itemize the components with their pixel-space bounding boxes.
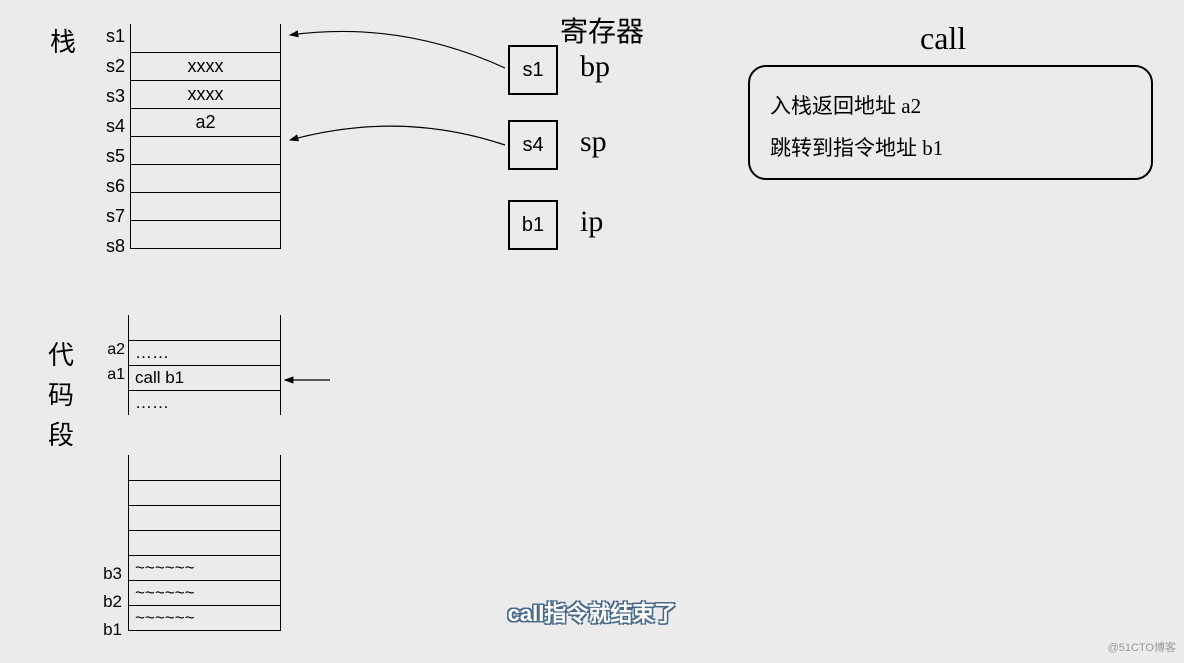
register-box-ip: b1 <box>508 200 558 250</box>
stack-cell: xxxx <box>131 80 281 108</box>
stack-cell <box>131 220 281 248</box>
stack-row-label: s2 <box>95 56 125 77</box>
subtitle-caption: call指令就结束了 <box>508 596 677 628</box>
code-cell: …… <box>129 340 281 365</box>
register-name-sp: sp <box>580 125 607 159</box>
code-row-label: b3 <box>92 564 122 584</box>
code-cell: …… <box>129 390 281 415</box>
register-box-sp: s4 <box>508 120 558 170</box>
register-box-bp: s1 <box>508 45 558 95</box>
stack-row-label: s8 <box>95 236 125 257</box>
register-name-ip: ip <box>580 205 603 239</box>
call-line-1: 入栈返回地址 a2 <box>770 85 1131 127</box>
code-title-2: 码 <box>48 375 74 412</box>
code-cell <box>129 315 281 340</box>
registers-title: 寄存器 <box>560 10 644 50</box>
stack-row-label: s4 <box>95 116 125 137</box>
stack-table: xxxx xxxx a2 <box>130 24 281 249</box>
code-table-2: ~~~~~~ ~~~~~~ ~~~~~~ <box>128 455 281 631</box>
register-name-bp: bp <box>580 50 610 84</box>
stack-title: 栈 <box>50 22 76 59</box>
code-table-1: …… call b1 …… <box>128 315 281 415</box>
stack-row-label: s1 <box>95 26 125 47</box>
stack-row-label: s5 <box>95 146 125 167</box>
call-title: call <box>920 20 966 57</box>
code-cell <box>129 505 281 530</box>
stack-cell: xxxx <box>131 52 281 80</box>
code-cell: ~~~~~~ <box>129 580 281 605</box>
stack-cell <box>131 24 281 52</box>
stack-row-label: s6 <box>95 176 125 197</box>
code-cell <box>129 530 281 555</box>
code-cell <box>129 455 281 480</box>
code-title-3: 段 <box>48 415 74 452</box>
stack-cell <box>131 164 281 192</box>
code-cell: ~~~~~~ <box>129 555 281 580</box>
stack-cell <box>131 192 281 220</box>
code-row-label: a2 <box>95 341 125 359</box>
stack-cell <box>131 136 281 164</box>
call-line-2: 跳转到指令地址 b1 <box>770 127 1131 169</box>
stack-cell: a2 <box>131 108 281 136</box>
stack-row-label: s7 <box>95 206 125 227</box>
code-row-label: b1 <box>92 620 122 640</box>
code-row-label: b2 <box>92 592 122 612</box>
code-title-1: 代 <box>48 335 74 372</box>
code-cell <box>129 480 281 505</box>
stack-row-label: s3 <box>95 86 125 107</box>
code-cell: call b1 <box>129 365 281 390</box>
call-box: 入栈返回地址 a2 跳转到指令地址 b1 <box>748 65 1153 180</box>
watermark: @51CTO博客 <box>1108 639 1176 655</box>
code-cell: ~~~~~~ <box>129 605 281 630</box>
code-row-label: a1 <box>95 366 125 384</box>
